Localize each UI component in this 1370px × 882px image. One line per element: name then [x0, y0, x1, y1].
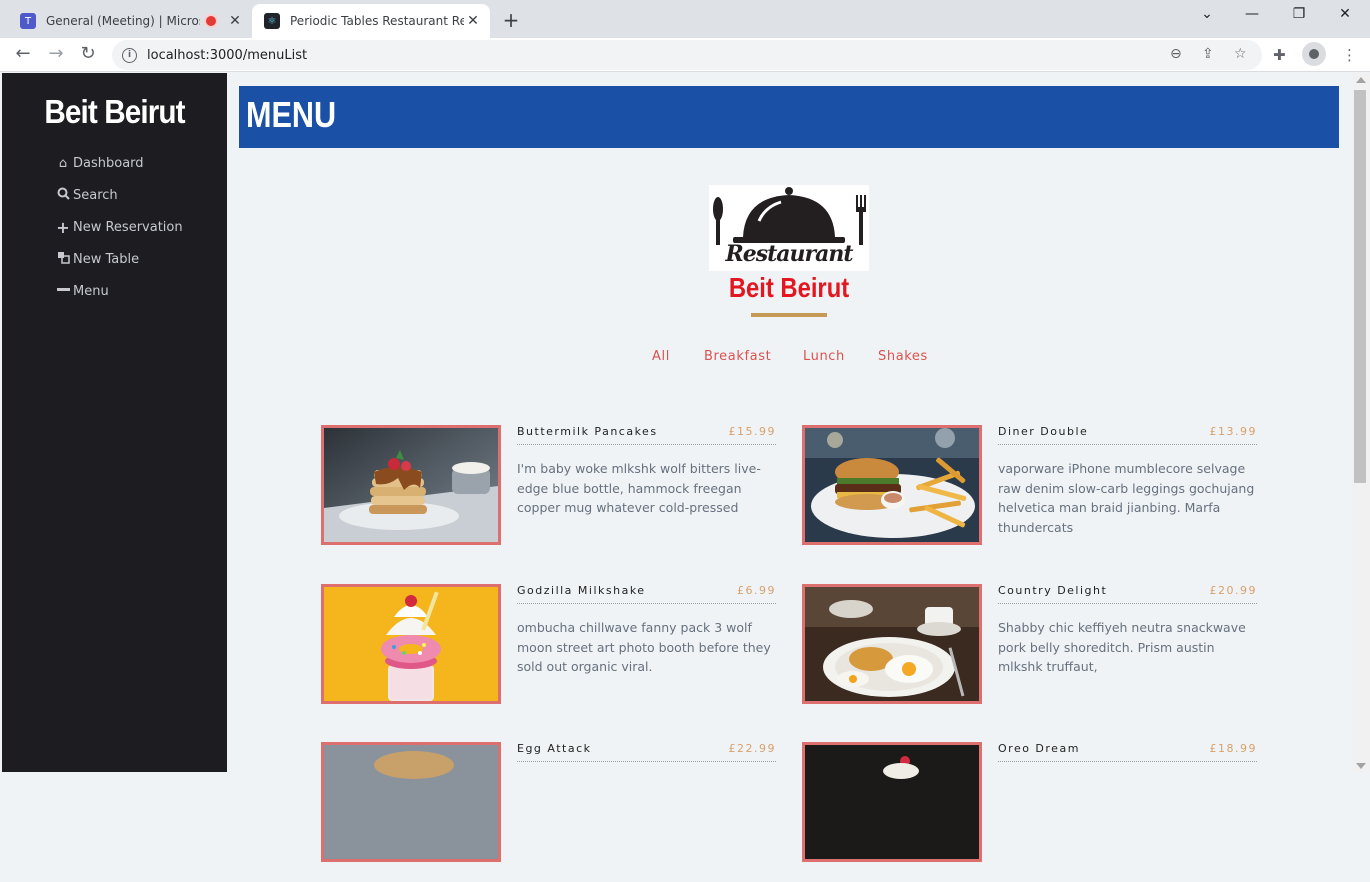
sidebar-item-label: New Table: [73, 251, 140, 267]
divider: [998, 761, 1257, 762]
sidebar-item-label: New Reservation: [73, 219, 183, 235]
sidebar-item-new-reservation[interactable]: + New Reservation: [56, 211, 183, 243]
menu-item-name: Buttermilk Pancakes: [517, 425, 658, 438]
menu-item-description: vaporware iPhone mumblecore selvage raw …: [998, 461, 1255, 535]
category-filters: All Breakfast Lunch Shakes: [640, 349, 940, 367]
plus-icon: +: [56, 217, 70, 237]
sidebar-item-dashboard[interactable]: ⌂ Dashboard: [56, 147, 183, 179]
restaurant-logo: Restaurant: [709, 185, 869, 271]
menu-item-photo: [802, 425, 982, 545]
menu-item-card: Oreo Dream £18.99: [802, 742, 1262, 882]
table-icon: [56, 251, 70, 268]
sidebar-item-label: Dashboard: [73, 155, 144, 171]
restaurant-name: Beit Beirut: [728, 272, 850, 303]
brand-title[interactable]: Beit Beirut: [13, 93, 216, 131]
extensions-icon[interactable]: ✚: [1273, 46, 1286, 64]
menu-item-name: Godzilla Milkshake: [517, 584, 646, 597]
profile-avatar-icon[interactable]: [1302, 42, 1326, 66]
home-icon: ⌂: [58, 155, 68, 171]
page-title: MENU: [246, 94, 337, 135]
divider: [998, 603, 1257, 604]
browser-tab-periodic-tables[interactable]: ⚛ Periodic Tables Restaurant Reserv ✕: [252, 4, 490, 38]
browser-tab-teams[interactable]: T General (Meeting) | Microsof ✕: [8, 4, 252, 38]
menu-item-description: ombucha chillwave fanny pack 3 wolf moon…: [517, 620, 771, 674]
menu-item-card: Egg Attack £22.99: [321, 742, 781, 882]
zoom-icon[interactable]: ⊖: [1170, 46, 1182, 62]
page-scrollbar[interactable]: [1352, 73, 1370, 772]
reload-icon[interactable]: ↻: [77, 43, 99, 64]
menu-item-description: Shabby chic keffiyeh neutra snackwave po…: [998, 620, 1246, 674]
menu-item-photo: [321, 742, 501, 862]
close-tab-icon[interactable]: ✕: [226, 13, 244, 29]
tab-search-icon[interactable]: ⌄: [1192, 6, 1222, 22]
sidebar-nav: ⌂ Dashboard Search + New Reservation New…: [56, 147, 183, 307]
menu-item-card: Godzilla Milkshake £6.99 ombucha chillwa…: [321, 584, 781, 724]
menu-item-price: £18.99: [1209, 742, 1257, 755]
divider: [517, 761, 776, 762]
recording-icon: [206, 16, 216, 26]
forward-icon[interactable]: →: [45, 43, 67, 64]
menu-item-photo: [321, 425, 501, 545]
menu-item-name: Oreo Dream: [998, 742, 1080, 755]
sidebar-item-menu[interactable]: Menu: [56, 275, 183, 307]
filter-breakfast-button[interactable]: Breakfast: [704, 349, 771, 364]
scrollbar-thumb[interactable]: [1354, 90, 1366, 483]
menu-item-description: I'm baby woke mlkshk wolf bitters live-e…: [517, 461, 761, 515]
site-info-icon[interactable]: i: [122, 47, 137, 63]
menu-item-price: £13.99: [1209, 425, 1257, 438]
sidebar-item-label: Search: [73, 187, 118, 203]
share-icon[interactable]: ⇪: [1202, 46, 1214, 62]
sidebar: Beit Beirut ⌂ Dashboard Search + New Res…: [2, 73, 227, 772]
filter-all-button[interactable]: All: [652, 349, 670, 364]
menu-item-photo: [802, 742, 982, 862]
menu-item-photo: [321, 584, 501, 704]
url-input[interactable]: i localhost:3000/menuList ⊖ ⇪ ☆: [112, 40, 1262, 70]
cloche-icon: [713, 187, 866, 245]
scroll-down-icon[interactable]: [1356, 763, 1366, 769]
tab-title: General (Meeting) | Microsof: [46, 14, 200, 28]
menu-item-price: £22.99: [728, 742, 776, 755]
page-header: MENU: [239, 86, 1339, 148]
menu-item-card: Country Delight £20.99 Shabby chic keffi…: [802, 584, 1262, 724]
close-window-icon[interactable]: ✕: [1330, 6, 1360, 22]
logo-text: Restaurant: [725, 241, 853, 267]
menu-item-price: £20.99: [1209, 584, 1257, 597]
tab-title: Periodic Tables Restaurant Reserv: [290, 14, 464, 28]
react-icon: ⚛: [264, 13, 280, 29]
back-icon[interactable]: ←: [12, 43, 34, 64]
divider: [998, 444, 1257, 445]
search-icon: [56, 187, 70, 204]
scroll-up-icon[interactable]: [1356, 77, 1366, 83]
new-tab-icon[interactable]: +: [500, 8, 522, 32]
title-underline: [751, 313, 827, 317]
url-text: localhost:3000/menuList: [147, 47, 308, 63]
menu-item-photo: [802, 584, 982, 704]
menu-item-card: Diner Double £13.99 vaporware iPhone mum…: [802, 425, 1262, 565]
menu-item-name: Diner Double: [998, 425, 1089, 438]
menu-item-price: £6.99: [737, 584, 776, 597]
close-tab-icon[interactable]: ✕: [464, 13, 482, 29]
divider: [517, 444, 776, 445]
minimize-icon[interactable]: —: [1237, 6, 1267, 22]
filter-lunch-button[interactable]: Lunch: [803, 349, 845, 364]
sidebar-item-new-table[interactable]: New Table: [56, 243, 183, 275]
menu-item-name: Egg Attack: [517, 742, 592, 755]
menu-item-price: £15.99: [728, 425, 776, 438]
menu-kebab-icon[interactable]: ⋮: [1342, 46, 1357, 64]
menu-item-name: Country Delight: [998, 584, 1108, 597]
filter-shakes-button[interactable]: Shakes: [878, 349, 928, 364]
sidebar-item-label: Menu: [73, 283, 109, 299]
minus-icon: [56, 283, 70, 300]
menu-item-card: Buttermilk Pancakes £15.99 I'm baby woke…: [321, 425, 781, 565]
address-bar: ← → ↻ i localhost:3000/menuList ⊖ ⇪ ☆ ✚ …: [0, 38, 1370, 72]
bookmark-star-icon[interactable]: ☆: [1234, 46, 1247, 62]
divider: [517, 603, 776, 604]
restore-icon[interactable]: ❐: [1284, 6, 1314, 22]
teams-icon: T: [20, 13, 36, 29]
sidebar-item-search[interactable]: Search: [56, 179, 183, 211]
browser-tab-strip: T General (Meeting) | Microsof ✕ ⚛ Perio…: [0, 0, 1370, 38]
